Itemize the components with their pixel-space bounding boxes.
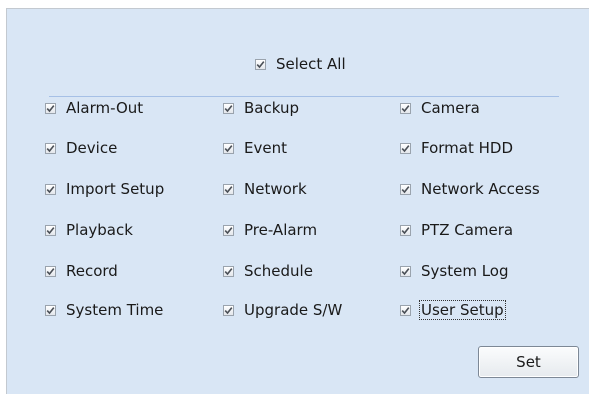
permission-label: PTZ Camera	[421, 221, 514, 239]
permission-label: Network	[244, 180, 307, 198]
checkmark-icon	[256, 60, 265, 68]
select-all-label: Select All	[276, 55, 346, 73]
select-all-checkbox[interactable]: Select All	[255, 53, 347, 75]
checkmark-icon	[224, 306, 233, 314]
permissions-panel: Select All Alarm-Out Backup Camera Device Ev…	[6, 8, 589, 394]
permission-checkbox[interactable]: Network	[223, 178, 308, 200]
permission-checkbox[interactable]: Device	[45, 137, 118, 159]
permission-label: Event	[244, 139, 287, 157]
permission-label: Backup	[244, 99, 299, 117]
checkbox-box[interactable]	[223, 265, 234, 277]
permission-label: User Setup	[419, 300, 506, 320]
checkmark-icon	[46, 306, 55, 314]
checkbox-box[interactable]	[223, 224, 234, 236]
permission-checkbox[interactable]: PTZ Camera	[400, 219, 514, 241]
permission-label: Camera	[421, 99, 480, 117]
set-button[interactable]: Set	[478, 346, 579, 378]
permission-checkbox[interactable]: System Log	[400, 260, 510, 282]
checkmark-icon	[401, 306, 410, 314]
checkbox-box[interactable]	[223, 142, 234, 154]
permission-label: System Time	[66, 301, 164, 319]
permission-checkbox[interactable]: Camera	[400, 97, 481, 119]
checkbox-box[interactable]	[223, 304, 234, 316]
checkmark-icon	[224, 104, 233, 112]
permission-checkbox[interactable]: Pre-Alarm	[223, 219, 318, 241]
permission-checkbox[interactable]: Backup	[223, 97, 300, 119]
permission-row: Alarm-Out Backup Camera	[7, 97, 589, 119]
checkbox-box[interactable]	[45, 102, 56, 114]
checkbox-box[interactable]	[45, 183, 56, 195]
permission-label: Import Setup	[66, 180, 165, 198]
permission-label: Upgrade S/W	[244, 301, 343, 319]
checkbox-box[interactable]	[45, 142, 56, 154]
permission-label: Network Access	[421, 180, 540, 198]
checkbox-box[interactable]	[400, 183, 411, 195]
checkmark-icon	[224, 226, 233, 234]
permission-row: System Time Upgrade S/W User Setup	[7, 299, 589, 321]
checkbox-box[interactable]	[223, 183, 234, 195]
permission-row: Import Setup Network Network Access	[7, 178, 589, 200]
permission-row: Playback Pre-Alarm PTZ Camera	[7, 219, 589, 241]
checkbox-box[interactable]	[400, 142, 411, 154]
checkmark-icon	[46, 144, 55, 152]
checkmark-icon	[224, 144, 233, 152]
checkbox-box[interactable]	[400, 265, 411, 277]
permission-label: Format HDD	[421, 139, 514, 157]
checkbox-box[interactable]	[400, 304, 411, 316]
checkbox-box[interactable]	[45, 265, 56, 277]
permission-label: Alarm-Out	[66, 99, 144, 117]
permission-checkbox[interactable]: Event	[223, 137, 288, 159]
checkbox-box[interactable]	[45, 304, 56, 316]
permission-checkbox[interactable]: Alarm-Out	[45, 97, 144, 119]
checkmark-icon	[46, 185, 55, 193]
checkmark-icon	[401, 144, 410, 152]
checkmark-icon	[401, 267, 410, 275]
permission-label: Device	[66, 139, 118, 157]
permission-row: Record Schedule System Log	[7, 260, 589, 282]
permission-label: Record	[66, 262, 118, 280]
checkbox-box[interactable]	[255, 58, 266, 70]
permission-checkbox[interactable]: Schedule	[223, 260, 314, 282]
checkmark-icon	[401, 226, 410, 234]
permission-checkbox[interactable]: Format HDD	[400, 137, 514, 159]
checkmark-icon	[46, 226, 55, 234]
checkmark-icon	[224, 267, 233, 275]
permission-label: Playback	[66, 221, 133, 239]
checkmark-icon	[46, 104, 55, 112]
permission-label: System Log	[421, 262, 509, 280]
checkbox-box[interactable]	[400, 224, 411, 236]
permission-label: Schedule	[244, 262, 313, 280]
permission-checkbox[interactable]: Upgrade S/W	[223, 299, 343, 321]
permission-checkbox[interactable]: System Time	[45, 299, 164, 321]
checkmark-icon	[46, 267, 55, 275]
permission-checkbox[interactable]: User Setup	[400, 299, 506, 321]
permission-row: Device Event Format HDD	[7, 137, 589, 159]
checkbox-box[interactable]	[45, 224, 56, 236]
permission-checkbox[interactable]: Playback	[45, 219, 134, 241]
checkbox-box[interactable]	[223, 102, 234, 114]
checkmark-icon	[401, 185, 410, 193]
permission-checkbox[interactable]: Record	[45, 260, 119, 282]
checkmark-icon	[401, 104, 410, 112]
checkmark-icon	[224, 185, 233, 193]
permission-label: Pre-Alarm	[244, 221, 318, 239]
checkbox-box[interactable]	[400, 102, 411, 114]
permission-checkbox[interactable]: Network Access	[400, 178, 541, 200]
permission-checkbox[interactable]: Import Setup	[45, 178, 165, 200]
